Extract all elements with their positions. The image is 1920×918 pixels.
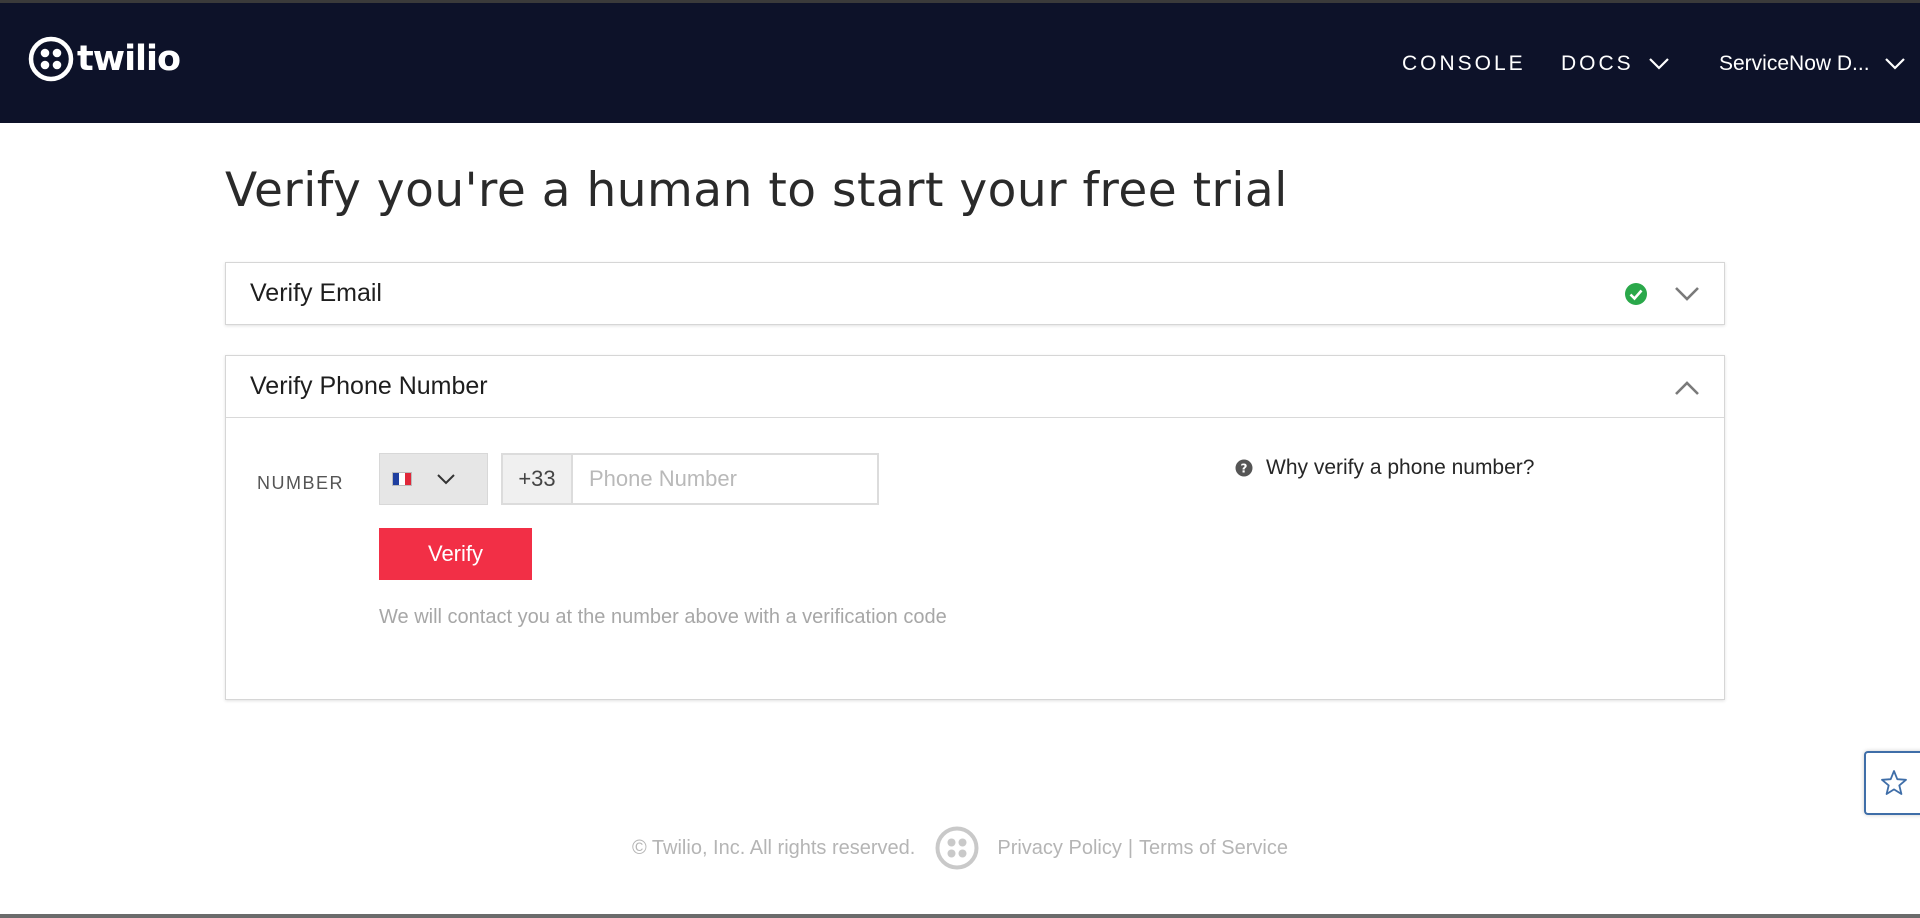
chevron-up-icon[interactable] xyxy=(1674,379,1700,397)
account-menu-dropdown[interactable]: ServiceNow D... xyxy=(1719,49,1906,79)
terms-of-service-link[interactable]: Terms of Service xyxy=(1139,837,1288,860)
account-name: ServiceNow D... xyxy=(1719,52,1870,75)
svg-text:?: ? xyxy=(1241,461,1248,475)
brand-name: twilio xyxy=(77,38,181,79)
twilio-logo-icon xyxy=(28,36,74,82)
phone-input-group: +33 xyxy=(501,453,879,505)
star-icon xyxy=(1881,770,1907,795)
number-label: NUMBER xyxy=(257,473,345,493)
chevron-down-icon xyxy=(437,473,455,484)
top-navigation-bar: twilio CONSOLE DOCS ServiceNow D... xyxy=(0,0,1920,123)
why-verify-label: Why verify a phone number? xyxy=(1266,456,1535,479)
privacy-policy-link[interactable]: Privacy Policy xyxy=(997,837,1121,860)
nav-docs-label: DOCS xyxy=(1561,52,1634,75)
verify-phone-header[interactable]: Verify Phone Number xyxy=(226,356,1724,418)
country-code-prefix: +33 xyxy=(503,455,573,503)
why-verify-link[interactable]: ? Why verify a phone number? xyxy=(1235,456,1534,480)
verify-email-header[interactable]: Verify Email xyxy=(226,263,1724,324)
chevron-down-icon xyxy=(1648,58,1669,70)
favorite-widget-button[interactable] xyxy=(1864,751,1920,815)
page-title: Verify you're a human to start your free… xyxy=(225,163,1288,218)
twilio-logo[interactable]: twilio xyxy=(28,33,181,85)
verification-helper-text: We will contact you at the number above … xyxy=(379,606,947,628)
phone-number-input[interactable] xyxy=(573,455,877,503)
verify-email-panel: Verify Email xyxy=(225,262,1725,325)
nav-console-link[interactable]: CONSOLE xyxy=(1402,49,1526,79)
copyright-text: © Twilio, Inc. All rights reserved. xyxy=(632,836,916,859)
question-circle-icon: ? xyxy=(1235,459,1253,477)
footer: © Twilio, Inc. All rights reserved. Priv… xyxy=(0,826,1920,870)
chevron-down-icon xyxy=(1884,58,1905,70)
verify-phone-title: Verify Phone Number xyxy=(250,372,488,400)
country-select[interactable] xyxy=(379,453,488,505)
france-flag-icon xyxy=(392,472,412,486)
chevron-down-icon[interactable] xyxy=(1674,285,1700,303)
check-circle-icon xyxy=(1625,283,1647,305)
footer-separator: | xyxy=(1127,836,1134,859)
nav-docs-dropdown[interactable]: DOCS xyxy=(1561,49,1670,79)
bottom-divider xyxy=(0,914,1920,918)
verify-button[interactable]: Verify xyxy=(379,528,532,580)
nav-console-label: CONSOLE xyxy=(1402,52,1526,75)
verify-email-title: Verify Email xyxy=(250,279,382,307)
verify-phone-panel: Verify Phone Number NUMBER +33 Verify We… xyxy=(225,355,1725,700)
twilio-logo-icon xyxy=(935,826,979,870)
